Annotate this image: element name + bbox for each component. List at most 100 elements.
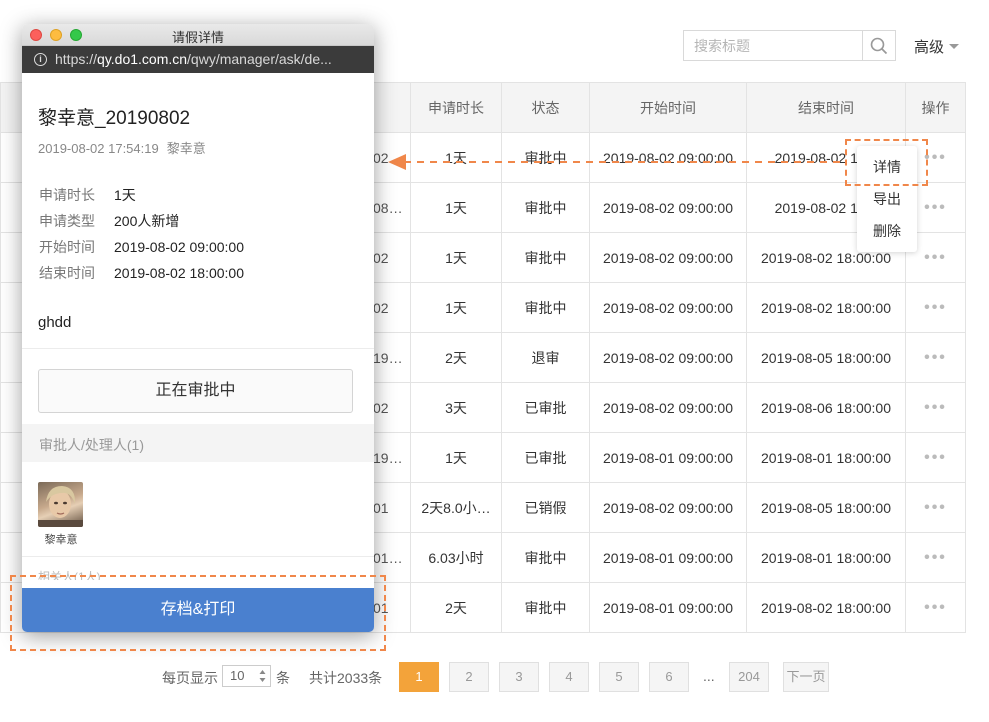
row-action-menu: 详情 导出 删除 <box>857 146 917 252</box>
more-actions-icon[interactable]: ••• <box>924 349 947 366</box>
divider <box>22 556 374 557</box>
more-actions-icon[interactable]: ••• <box>924 449 947 466</box>
cell-start: 2019-08-02 09:00:00 <box>589 182 747 233</box>
cell-duration: 1天 <box>410 432 502 483</box>
cell-start: 2019-08-02 09:00:00 <box>589 482 747 533</box>
cell-status: 审批中 <box>501 132 590 183</box>
avatar <box>38 482 83 527</box>
per-page-select[interactable]: 10 <box>222 665 271 687</box>
leave-note: ghdd <box>38 314 72 331</box>
menu-item-delete[interactable]: 删除 <box>857 215 917 247</box>
more-actions-icon[interactable]: ••• <box>924 599 947 616</box>
page-1[interactable]: 1 <box>399 662 439 692</box>
page-4[interactable]: 4 <box>549 662 589 692</box>
approval-status-button[interactable]: 正在审批中 <box>38 369 353 413</box>
field-end: 结束时间 2019-08-02 18:00:00 <box>39 263 244 283</box>
field-type: 申请类型 200人新增 <box>39 211 179 231</box>
cell-status: 审批中 <box>501 182 590 233</box>
cell-end: 2019-08-06 18:00:00 <box>746 382 906 433</box>
page-3[interactable]: 3 <box>499 662 539 692</box>
cell-status: 审批中 <box>501 282 590 333</box>
cell-status: 已销假 <box>501 482 590 533</box>
field-duration: 申请时长 1天 <box>39 185 136 205</box>
field-value: 200人新增 <box>114 213 180 229</box>
cell-start: 2019-08-01 09:00:00 <box>589 432 747 483</box>
page-last[interactable]: 204 <box>729 662 769 692</box>
cell-duration: 3天 <box>410 382 502 433</box>
page-6[interactable]: 6 <box>649 662 689 692</box>
cell-start: 2019-08-01 09:00:00 <box>589 582 747 633</box>
cell-duration: 1天 <box>410 282 502 333</box>
more-actions-icon[interactable]: ••• <box>924 499 947 516</box>
more-actions-icon[interactable]: ••• <box>924 199 947 216</box>
field-label: 开始时间 <box>39 239 95 255</box>
cell-end: 2019-08-05 18:00:00 <box>746 332 906 383</box>
cell-end: 2019-08-02 18:00:00 <box>746 582 906 633</box>
cell-actions: ••• <box>905 282 966 333</box>
cell-actions: ••• <box>905 532 966 583</box>
menu-item-detail[interactable]: 详情 <box>857 151 917 183</box>
field-label: 申请时长 <box>39 187 95 203</box>
info-icon[interactable]: i <box>34 53 47 66</box>
url-path: /qwy/manager/ask/de... <box>187 51 332 67</box>
col-actions: 操作 <box>905 82 966 133</box>
archive-print-button[interactable]: 存档&打印 <box>22 588 374 632</box>
url-prefix: https:// <box>55 51 98 67</box>
field-label: 结束时间 <box>39 265 95 281</box>
field-value: 2019-08-02 09:00:00 <box>114 239 244 255</box>
window-title: 请假详情 <box>171 30 224 45</box>
cell-end: 2019-08-01 18:00:00 <box>746 432 906 483</box>
cell-start: 2019-08-02 09:00:00 <box>589 232 747 283</box>
field-start: 开始时间 2019-08-02 09:00:00 <box>39 237 244 257</box>
stepper-icon <box>259 670 266 682</box>
search-box <box>683 30 896 61</box>
leave-meta: 2019-08-02 17:54:19 黎幸意 <box>38 138 206 157</box>
advanced-filter-toggle[interactable]: 高级 <box>914 36 960 57</box>
page-ellipsis: ... <box>703 668 715 684</box>
col-end: 结束时间 <box>746 82 906 133</box>
cell-start: 2019-08-02 09:00:00 <box>589 382 747 433</box>
total-count: 共计2033条 <box>309 670 383 686</box>
search-button[interactable] <box>862 31 895 60</box>
more-actions-icon[interactable]: ••• <box>924 149 947 166</box>
field-label: 申请类型 <box>39 213 95 229</box>
cell-end: 2019-08-01 18:00:00 <box>746 532 906 583</box>
per-page-value: 10 <box>230 668 245 683</box>
cell-duration: 1天 <box>410 132 502 183</box>
cell-end: 2019-08-02 18:00:00 <box>746 282 906 333</box>
cell-duration: 6.03小时 <box>410 532 502 583</box>
leave-detail-window: 请假详情 i https://qy.do1.com.cn/qwy/manager… <box>22 24 374 632</box>
search-input[interactable] <box>684 31 863 60</box>
approver-item[interactable]: 黎幸意 <box>38 482 84 547</box>
caret-down-icon <box>949 44 960 49</box>
cell-status: 已审批 <box>501 432 590 483</box>
search-icon <box>870 37 888 54</box>
more-actions-icon[interactable]: ••• <box>924 249 947 266</box>
submit-time: 2019-08-02 17:54:19 <box>38 141 159 156</box>
cell-start: 2019-08-02 09:00:00 <box>589 332 747 383</box>
cell-status: 审批中 <box>501 532 590 583</box>
more-actions-icon[interactable]: ••• <box>924 549 947 566</box>
field-value: 2019-08-02 18:00:00 <box>114 265 244 281</box>
cell-actions: ••• <box>905 382 966 433</box>
url-bar[interactable]: i https://qy.do1.com.cn/qwy/manager/ask/… <box>22 46 374 73</box>
window-titlebar: 请假详情 <box>22 24 374 46</box>
cell-actions: ••• <box>905 332 966 383</box>
pagination: 每页显示 10 条 共计2033条 1 2 3 4 5 6 ... 204 下一… <box>0 662 989 692</box>
menu-item-export[interactable]: 导出 <box>857 183 917 215</box>
url-host: qy.do1.com.cn <box>97 51 188 67</box>
cell-start: 2019-08-01 09:00:00 <box>589 532 747 583</box>
col-duration: 申请时长 <box>410 82 502 133</box>
page-5[interactable]: 5 <box>599 662 639 692</box>
approver-name: 黎幸意 <box>44 534 78 546</box>
cell-status: 审批中 <box>501 232 590 283</box>
advanced-filter-label: 高级 <box>914 39 945 56</box>
per-page-label: 每页显示 <box>162 670 218 686</box>
cell-actions: ••• <box>905 432 966 483</box>
cell-duration: 2天 <box>410 582 502 633</box>
more-actions-icon[interactable]: ••• <box>924 299 947 316</box>
page-2[interactable]: 2 <box>449 662 489 692</box>
approver-section-header: 审批人/处理人(1) <box>22 424 374 462</box>
more-actions-icon[interactable]: ••• <box>924 399 947 416</box>
next-page-button[interactable]: 下一页 <box>783 662 829 692</box>
